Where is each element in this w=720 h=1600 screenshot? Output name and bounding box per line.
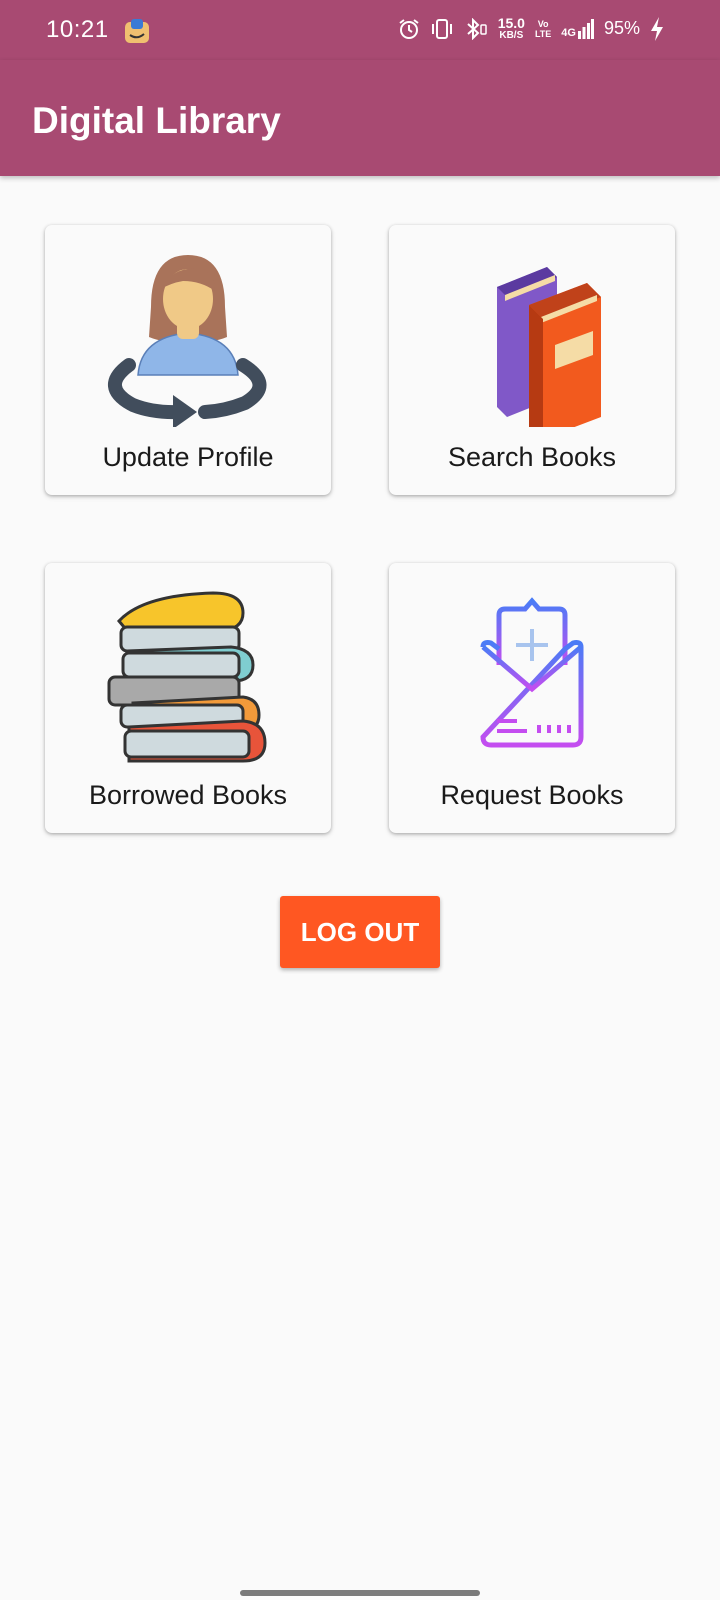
- request-books-label: Request Books: [440, 780, 624, 810]
- status-bar: 10:21 15.0 KB/S Vo LTE 4G 95%: [0, 0, 720, 60]
- search-books-label: Search Books: [447, 442, 617, 472]
- net-speed-unit: KB/S: [499, 30, 524, 41]
- vibrate-icon: [431, 18, 452, 39]
- volte-top: Vo: [537, 18, 549, 29]
- mail-request-icon: [480, 597, 584, 748]
- update-profile-card[interactable]: Update Profile: [45, 225, 331, 495]
- status-icons: 15.0 KB/S Vo LTE 4G 95%: [398, 16, 664, 41]
- charging-icon: [651, 16, 663, 41]
- profile-update-icon: [108, 255, 267, 427]
- volte-indicator: Vo LTE: [535, 19, 551, 39]
- search-books-card[interactable]: Search Books: [389, 225, 675, 495]
- volte-bottom: LTE: [534, 28, 552, 39]
- signal-indicator: 4G: [561, 18, 594, 39]
- app-title: Digital Library: [32, 100, 281, 141]
- request-books-card[interactable]: Request Books: [389, 563, 675, 833]
- borrowed-books-label: Borrowed Books: [88, 780, 288, 810]
- bluetooth-icon: [467, 17, 487, 40]
- app-bar: Digital Library: [0, 60, 720, 176]
- alarm-icon: [399, 18, 419, 39]
- status-time: 10:21: [46, 16, 109, 43]
- home-indicator[interactable]: [240, 1590, 480, 1596]
- logout-button[interactable]: LOG OUT: [280, 896, 440, 968]
- net-speed-value: 15.0: [497, 15, 525, 31]
- battery-level: 95%: [603, 18, 640, 38]
- book-stack-icon: [107, 591, 267, 763]
- notification-app-icon: [125, 19, 149, 43]
- signal-icon: [577, 18, 594, 39]
- network-type: 4G: [561, 26, 576, 39]
- update-profile-label: Update Profile: [102, 442, 274, 472]
- books-icon: [497, 267, 601, 427]
- borrowed-books-card[interactable]: Borrowed Books: [45, 563, 331, 833]
- net-speed: 15.0 KB/S: [498, 16, 525, 41]
